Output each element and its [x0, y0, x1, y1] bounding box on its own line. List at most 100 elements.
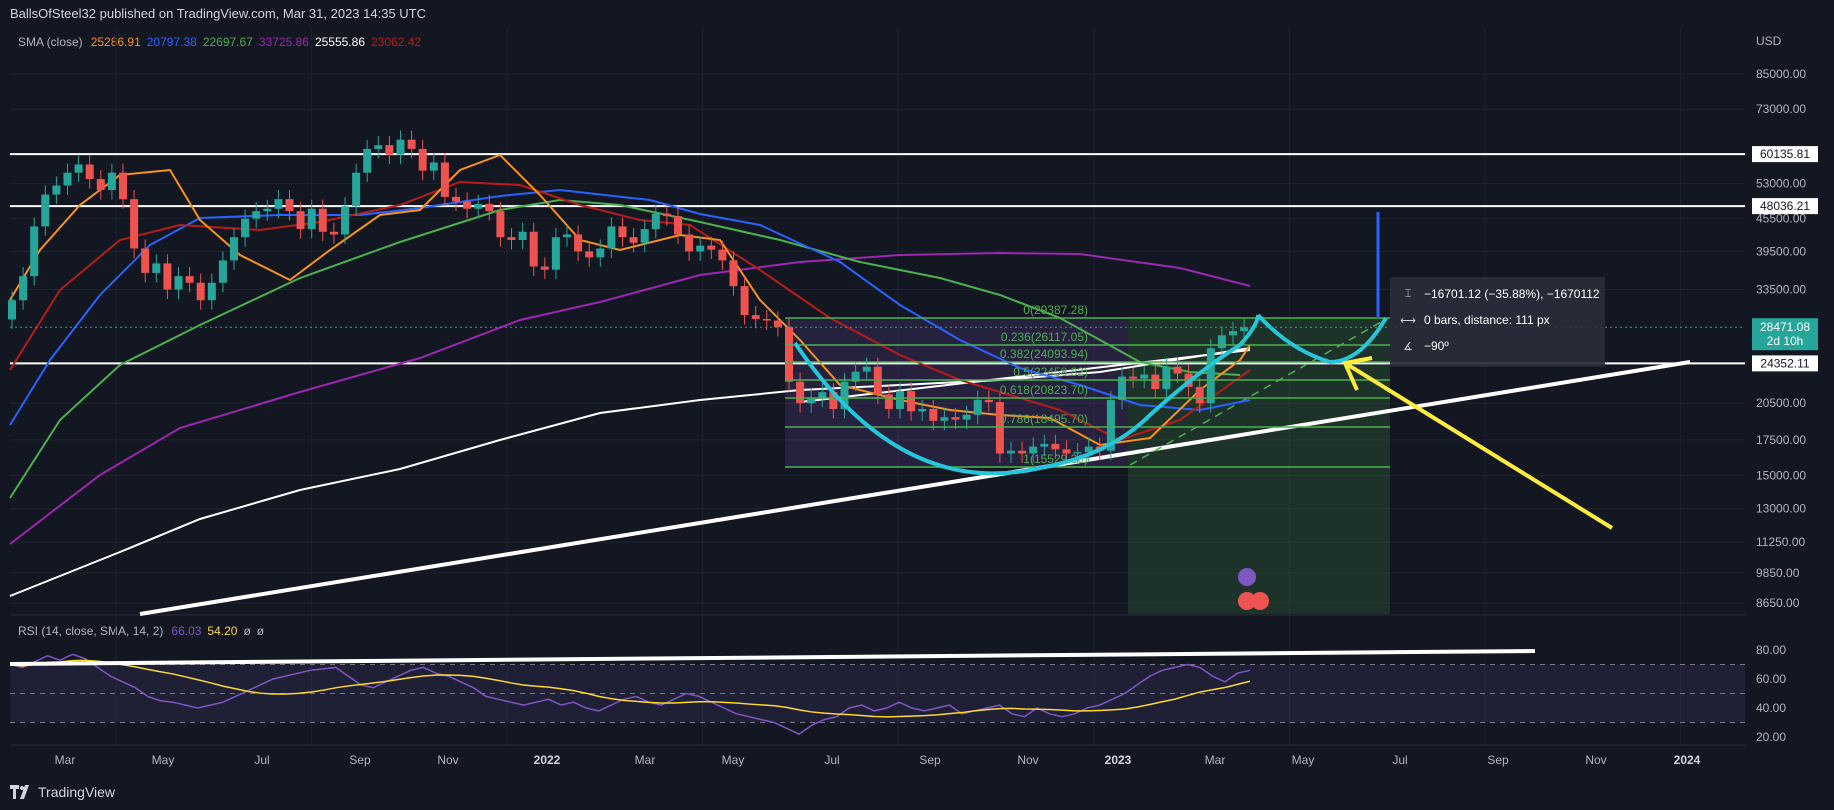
- candle-body: [496, 211, 505, 238]
- candle[interactable]: [363, 139, 372, 183]
- event-lightning-icon[interactable]: [1238, 568, 1256, 586]
- candle[interactable]: [518, 222, 527, 250]
- candle-body: [274, 199, 283, 209]
- candle-body: [1007, 450, 1015, 454]
- candle-body: [540, 266, 549, 270]
- candle[interactable]: [618, 217, 627, 247]
- candle[interactable]: [540, 257, 549, 280]
- candle[interactable]: [130, 190, 139, 258]
- candle[interactable]: [740, 277, 749, 325]
- candle[interactable]: [640, 220, 649, 253]
- candle[interactable]: [429, 153, 438, 181]
- candle-body: [152, 263, 161, 273]
- candle[interactable]: [574, 225, 583, 261]
- y-tick-label: 13000.00: [1756, 502, 1806, 516]
- candle[interactable]: [218, 251, 227, 293]
- candle-body: [63, 172, 72, 186]
- candle-body: [1206, 348, 1215, 404]
- candle[interactable]: [296, 202, 305, 239]
- candle-body: [141, 248, 150, 273]
- candle-body: [30, 226, 39, 277]
- y-tick-label: 9850.00: [1756, 566, 1800, 580]
- candle[interactable]: [674, 207, 682, 244]
- candle[interactable]: [352, 163, 361, 216]
- candle-body: [374, 145, 383, 149]
- candle[interactable]: [8, 291, 16, 329]
- candle[interactable]: [751, 306, 760, 329]
- candle-body: [729, 260, 738, 287]
- candle[interactable]: [30, 217, 39, 286]
- flag-icon[interactable]: [1251, 592, 1269, 610]
- candle[interactable]: [651, 204, 660, 239]
- candle[interactable]: [107, 163, 116, 200]
- candle[interactable]: [529, 222, 538, 276]
- measure-tooltip: ⌶ −16701.12 (−35.88%), −1670112 ⟷ 0 bars, …: [1390, 277, 1605, 367]
- candle[interactable]: [629, 228, 638, 253]
- candle-body: [307, 208, 316, 230]
- candle[interactable]: [119, 163, 127, 209]
- candle-body: [596, 248, 605, 258]
- candle[interactable]: [263, 199, 272, 221]
- tradingview-icon: [10, 785, 29, 799]
- tradingview-logo[interactable]: TradingView: [10, 784, 115, 800]
- candle-body: [951, 417, 960, 420]
- candle[interactable]: [396, 130, 405, 165]
- candle[interactable]: [329, 222, 338, 244]
- x-tick-label: Jul: [824, 753, 839, 767]
- candle[interactable]: [207, 273, 216, 310]
- candle[interactable]: [585, 242, 594, 267]
- candle[interactable]: [685, 225, 694, 261]
- candle-body: [163, 263, 172, 290]
- candle[interactable]: [274, 190, 283, 219]
- candle[interactable]: [196, 273, 205, 310]
- price-chart-svg[interactable]: 0(29387.28) 0.236(26117.05) 0.382(24093.94…: [0, 0, 1834, 810]
- candle[interactable]: [507, 228, 516, 250]
- rsi-trendline[interactable]: [9, 649, 1536, 666]
- candle[interactable]: [285, 190, 294, 221]
- candle[interactable]: [163, 254, 172, 300]
- candle[interactable]: [74, 155, 83, 183]
- candle[interactable]: [729, 251, 738, 296]
- y-tick-label: 73000.00: [1756, 102, 1806, 116]
- candle[interactable]: [63, 163, 72, 195]
- candle[interactable]: [96, 169, 105, 200]
- candle[interactable]: [174, 267, 183, 300]
- candle-body: [429, 162, 438, 171]
- candle-body: [318, 208, 327, 232]
- candle-body: [452, 196, 460, 202]
- candle[interactable]: [41, 185, 50, 236]
- last-price-text: 28471.08: [1760, 320, 1810, 334]
- candle-body: [396, 139, 405, 155]
- x-tick-label: 2022: [534, 753, 561, 767]
- candle[interactable]: [452, 187, 460, 211]
- rsi-tick-label: 80.00: [1756, 643, 1786, 657]
- candle-body: [563, 234, 571, 238]
- candle[interactable]: [440, 153, 449, 207]
- candle[interactable]: [52, 176, 61, 204]
- candle-body: [85, 164, 94, 180]
- candle[interactable]: [230, 228, 238, 270]
- candle[interactable]: [1206, 339, 1215, 413]
- candle[interactable]: [551, 228, 560, 280]
- candle[interactable]: [185, 267, 194, 293]
- y-tick-label: 33500.00: [1756, 283, 1806, 297]
- candle-body: [1217, 335, 1226, 349]
- candle[interactable]: [1106, 390, 1115, 461]
- candle-body: [474, 203, 483, 209]
- candle[interactable]: [385, 136, 394, 165]
- candle-body: [862, 366, 871, 372]
- candle[interactable]: [152, 254, 161, 283]
- candle[interactable]: [241, 209, 250, 247]
- candle[interactable]: [418, 139, 427, 181]
- candle-body: [640, 229, 649, 243]
- x-tick-label: Sep: [349, 753, 371, 767]
- candle-body: [629, 237, 638, 243]
- tooltip-price-range: −16701.12 (−35.88%), −1670112: [1424, 287, 1600, 301]
- candle-body: [207, 282, 216, 301]
- candle-body: [8, 300, 16, 320]
- candle-body: [285, 199, 294, 212]
- candle[interactable]: [995, 393, 1004, 463]
- candle[interactable]: [463, 192, 472, 219]
- y-tick-label: 20500.00: [1756, 396, 1806, 410]
- candle-body: [773, 320, 782, 327]
